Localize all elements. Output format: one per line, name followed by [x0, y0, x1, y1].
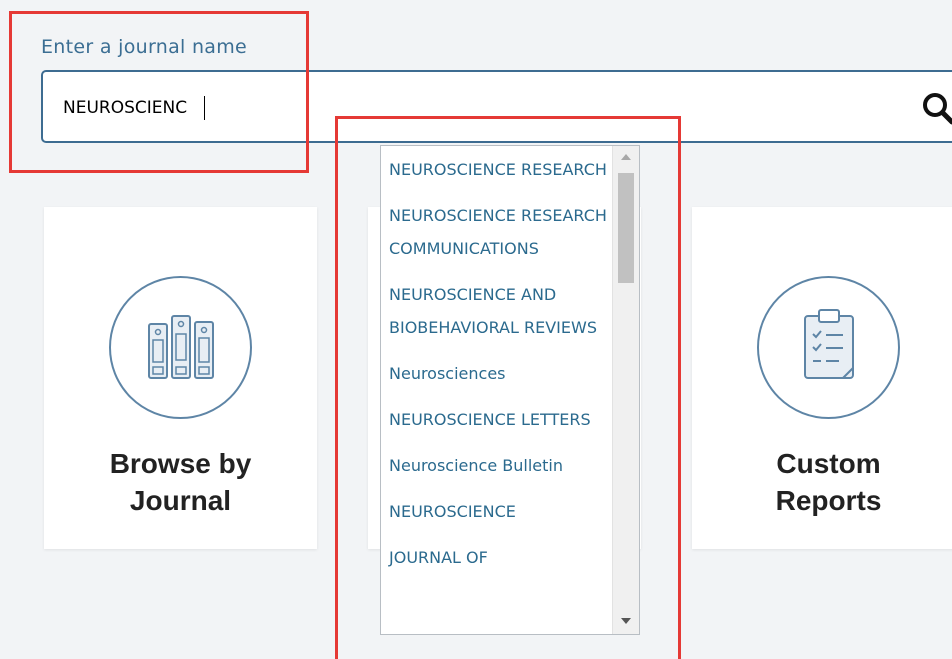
text-caret [204, 96, 205, 120]
journals-binders-icon [109, 276, 252, 419]
suggestion-item[interactable]: NEUROSCIENCE AND BIOBEHAVIORAL REVIEWS [381, 271, 612, 350]
journal-autocomplete-dropdown[interactable]: NEUROSCIENCE RESEARCH NEUROSCIENCE RESEA… [380, 145, 640, 635]
suggestion-item[interactable]: Neuroscience Bulletin [381, 442, 612, 488]
card-title: Browse by Journal [109, 448, 252, 516]
journal-search-input[interactable] [63, 92, 903, 124]
custom-reports-card[interactable]: Custom Reports [692, 207, 952, 549]
card-title: Custom Reports [775, 448, 882, 516]
suggestion-item[interactable]: NEUROSCIENCE [381, 488, 612, 534]
suggestion-item[interactable]: NEUROSCIENCE RESEARCH [381, 146, 612, 192]
suggestion-item[interactable]: Neurosciences [381, 350, 612, 396]
scrollbar-thumb[interactable] [618, 173, 634, 283]
scroll-up-arrow-icon[interactable] [621, 154, 631, 160]
search-label: Enter a journal name [41, 36, 248, 58]
suggestion-item[interactable]: JOURNAL OF [381, 534, 612, 580]
browse-by-journal-card[interactable]: Browse by Journal [44, 207, 317, 549]
suggestion-item[interactable]: NEUROSCIENCE RESEARCH COMMUNICATIONS [381, 192, 612, 271]
clipboard-checklist-icon [757, 276, 900, 419]
dropdown-scrollbar[interactable] [612, 146, 639, 634]
scroll-down-arrow-icon[interactable] [621, 618, 631, 624]
journal-search-box[interactable] [41, 70, 952, 143]
suggestion-item[interactable]: NEUROSCIENCE LETTERS [381, 396, 612, 442]
search-icon[interactable] [921, 91, 952, 125]
suggestion-list: NEUROSCIENCE RESEARCH NEUROSCIENCE RESEA… [381, 146, 612, 580]
